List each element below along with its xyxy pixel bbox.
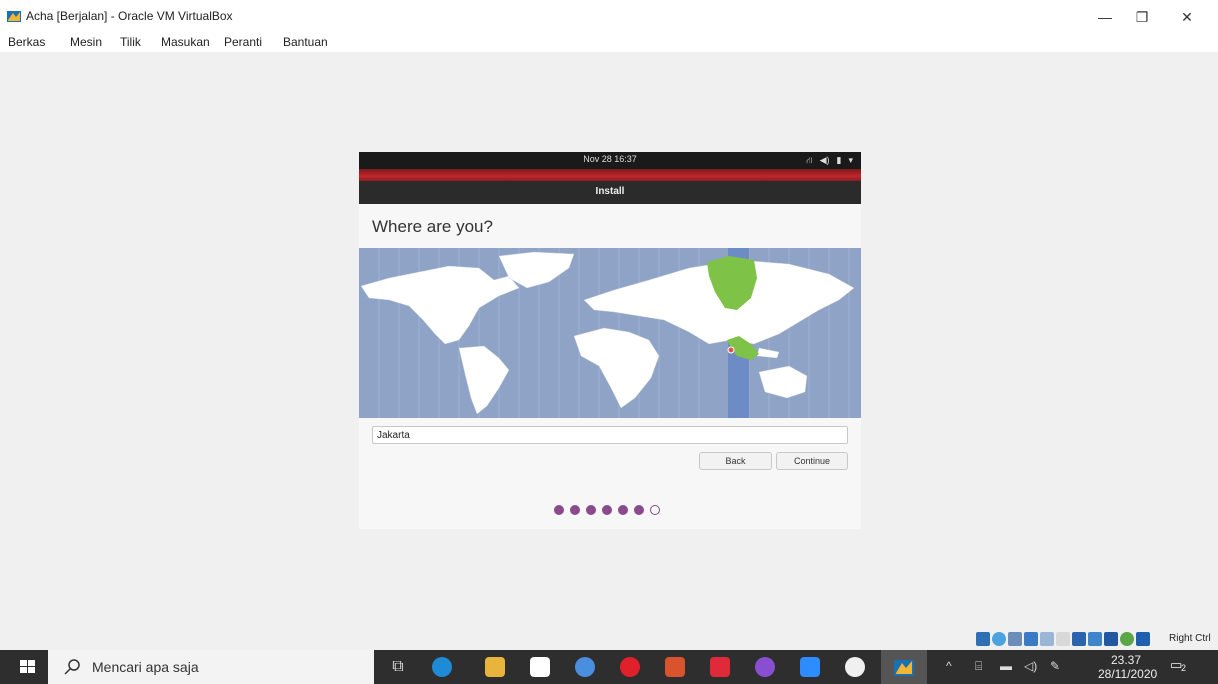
volume-icon[interactable]: ◀): [820, 155, 830, 166]
menu-tilik[interactable]: Tilik: [120, 35, 141, 49]
virtualbox-icon: [7, 11, 21, 22]
menu-bar: Berkas Mesin Tilik Masukan Peranti Bantu…: [0, 32, 1218, 52]
clock-time: 23.37: [1110, 653, 1142, 667]
taskbar-clock[interactable]: 23.37 28/11/2020: [1098, 653, 1158, 681]
step-indicator: [554, 505, 660, 515]
usb-icon[interactable]: [1040, 632, 1054, 646]
virtualbox-taskbar-icon: [894, 660, 914, 676]
close-button[interactable]: ✕: [1170, 6, 1204, 28]
location-pin-icon: [727, 346, 735, 354]
window-title: Acha [Berjalan] - Oracle VM VirtualBox: [26, 9, 233, 23]
tray-app-icon[interactable]: ⌸: [975, 659, 982, 674]
guest-clock[interactable]: Nov 28 16:37: [359, 154, 861, 164]
pen-icon[interactable]: ✎: [1050, 659, 1060, 673]
minimize-button[interactable]: —: [1088, 6, 1122, 28]
keyboard-icon[interactable]: [1136, 632, 1150, 646]
menu-peranti[interactable]: Peranti: [224, 35, 262, 49]
battery-icon[interactable]: ▮: [837, 155, 842, 166]
restore-button[interactable]: ❐: [1125, 6, 1159, 28]
chrome-icon[interactable]: [575, 657, 595, 677]
menu-bantuan[interactable]: Bantuan: [283, 35, 328, 49]
windows-taskbar: Mencari apa saja ⧉ ^ ⌸ ▬ ◁) ✎ 23.37 28/1…: [0, 650, 1218, 684]
ubuntu-installer-window: Nov 28 16:37 ⛙ ◀) ▮ ▾ Install Where are …: [359, 152, 861, 529]
windows-start-icon[interactable]: [8, 650, 48, 684]
zoom-icon[interactable]: [800, 657, 820, 677]
step-dot: [618, 505, 628, 515]
menu-mesin[interactable]: Mesin: [70, 35, 102, 49]
mouse-integration-icon[interactable]: [1120, 632, 1134, 646]
step-dot: [570, 505, 580, 515]
back-button[interactable]: Back: [699, 452, 772, 470]
menu-berkas[interactable]: Berkas: [8, 35, 45, 49]
location-input[interactable]: [372, 426, 848, 444]
battery-tray-icon[interactable]: ▬: [1000, 659, 1012, 673]
shared-folders-icon[interactable]: [1056, 632, 1070, 646]
tray-chevron-up-icon[interactable]: ^: [946, 659, 952, 673]
display-icon[interactable]: [1072, 632, 1086, 646]
office-app-icon[interactable]: [665, 657, 685, 677]
vbox-status-bar: [976, 630, 1150, 648]
step-dot-current: [650, 505, 660, 515]
timezone-map[interactable]: [359, 248, 861, 418]
world-map-graphic: [360, 248, 855, 418]
step-dot: [602, 505, 612, 515]
store-icon[interactable]: [530, 657, 550, 677]
optical-drive-icon[interactable]: [992, 632, 1006, 646]
edge-icon[interactable]: [432, 657, 452, 677]
continue-button[interactable]: Continue: [776, 452, 848, 470]
step-dot: [554, 505, 564, 515]
installer-title: Install: [595, 186, 625, 197]
guest-system-tray[interactable]: ⛙ ◀) ▮ ▾: [806, 153, 853, 168]
hard-disk-icon[interactable]: [976, 632, 990, 646]
picsart-icon[interactable]: [755, 657, 775, 677]
youtube-icon[interactable]: [710, 657, 730, 677]
recording-icon[interactable]: [1088, 632, 1102, 646]
menu-masukan[interactable]: Masukan: [161, 35, 210, 49]
network-icon[interactable]: ⛙: [806, 155, 812, 167]
3d-viewer-icon[interactable]: [845, 657, 865, 677]
pinterest-icon[interactable]: [620, 657, 640, 677]
virtualbox-taskbar-button[interactable]: [881, 650, 927, 684]
step-dot: [634, 505, 644, 515]
network-adapter-icon[interactable]: [1024, 632, 1038, 646]
clock-date: 28/11/2020: [1098, 667, 1158, 681]
file-explorer-icon[interactable]: [485, 657, 505, 677]
guest-top-bar: Nov 28 16:37 ⛙ ◀) ▮ ▾: [359, 152, 861, 169]
search-icon: [64, 659, 80, 675]
host-key-label[interactable]: Right Ctrl: [1169, 633, 1211, 644]
search-placeholder: Mencari apa saja: [92, 659, 199, 675]
cpu-icon[interactable]: [1104, 632, 1118, 646]
decorative-strip: [359, 169, 861, 181]
speaker-icon[interactable]: ◁): [1024, 659, 1037, 673]
system-menu-chevron-icon[interactable]: ▾: [848, 155, 853, 166]
window-titlebar: Acha [Berjalan] - Oracle VM VirtualBox —…: [0, 0, 1218, 32]
step-dot: [586, 505, 596, 515]
notification-center-icon[interactable]: ▭ 2: [1170, 657, 1192, 677]
taskbar-search-box[interactable]: Mencari apa saja: [48, 650, 374, 684]
task-view-icon[interactable]: ⧉: [388, 657, 408, 677]
audio-icon[interactable]: [1008, 632, 1022, 646]
notification-count: 2: [1181, 663, 1187, 673]
installer-headerbar: Install: [359, 181, 861, 204]
page-title: Where are you?: [372, 217, 493, 236]
